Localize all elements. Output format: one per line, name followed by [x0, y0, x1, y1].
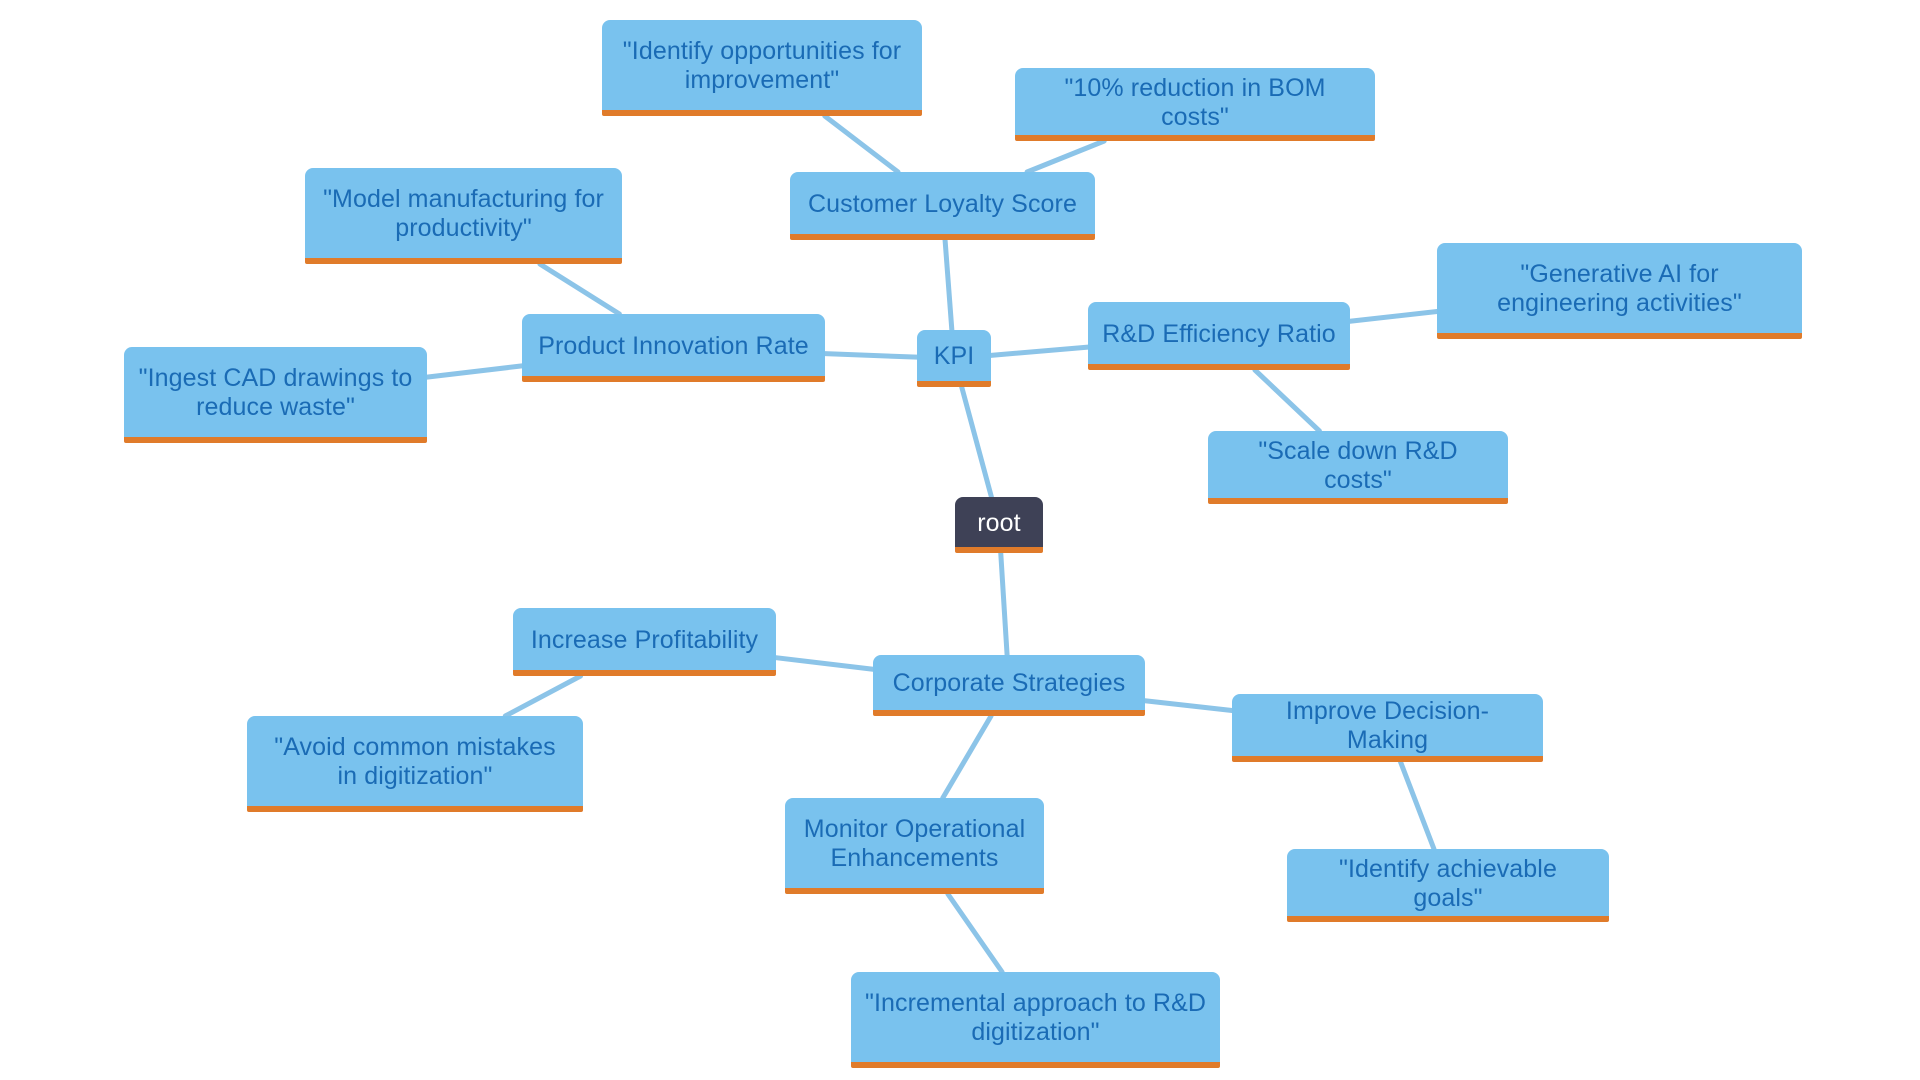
mindmap-node-label: "Incremental approach to R&D digitizatio…	[865, 989, 1207, 1046]
mindmap-node-label: Increase Profitability	[530, 625, 759, 654]
mindmap-node-incremental_approach[interactable]: "Incremental approach to R&D digitizatio…	[851, 972, 1220, 1068]
mindmap-node-label: "Avoid common mistakes in digitization"	[274, 733, 556, 790]
mindmap-edge-rd_efficiency_ratio-to-scale_down_rd	[1252, 367, 1322, 434]
mindmap-node-label: Product Innovation Rate	[538, 331, 809, 360]
mindmap-node-scale_down_rd[interactable]: "Scale down R&D costs"	[1208, 431, 1508, 504]
mindmap-node-rd_efficiency_ratio[interactable]: R&D Efficiency Ratio	[1088, 302, 1350, 370]
mindmap-node-corporate_strategies[interactable]: Corporate Strategies	[873, 655, 1145, 716]
mindmap-edge-kpi-to-customer_loyalty_score	[942, 237, 955, 333]
mindmap-node-label: "Scale down R&D costs"	[1258, 436, 1458, 494]
mindmap-edge-increase_profitability-to-avoid_common_mistakes	[502, 673, 584, 719]
mindmap-node-label: "Model manufacturing for productivity"	[323, 185, 604, 242]
mindmap-node-label: "Identify achievable goals"	[1339, 854, 1557, 912]
mind-map-canvas: root KPI Corporate Strategies Customer Loya…	[0, 0, 1920, 1080]
mindmap-node-label: KPI	[933, 342, 975, 370]
mindmap-node-increase_profitability[interactable]: Increase Profitability	[513, 608, 776, 676]
mindmap-node-bom_costs[interactable]: "10% reduction in BOM costs"	[1015, 68, 1375, 141]
mindmap-node-label: "Identify opportunities for improvement"	[622, 37, 902, 94]
mindmap-edge-customer_loyalty_score-to-bom_costs	[1024, 138, 1107, 175]
mindmap-node-label: root	[977, 508, 1021, 537]
mindmap-node-root[interactable]: root	[955, 497, 1043, 553]
mindmap-node-generative_ai[interactable]: "Generative AI for engineering activitie…	[1437, 243, 1802, 339]
mindmap-node-customer_loyalty_score[interactable]: Customer Loyalty Score	[790, 172, 1095, 240]
mindmap-node-label: Corporate Strategies	[892, 669, 1126, 697]
mindmap-node-improve_decision_making[interactable]: Improve Decision-Making	[1232, 694, 1543, 762]
mindmap-node-model_manufacturing[interactable]: "Model manufacturing for productivity"	[305, 168, 622, 264]
mindmap-node-label: "Generative AI for engineering activitie…	[1497, 260, 1742, 317]
mindmap-node-identify_achievable_goals[interactable]: "Identify achievable goals"	[1287, 849, 1609, 922]
mindmap-edge-improve_decision_making-to-identify_achievable_goals	[1398, 759, 1437, 852]
mindmap-edge-rd_efficiency_ratio-to-generative_ai	[1347, 309, 1440, 324]
mindmap-node-label: "10% reduction in BOM costs"	[1064, 73, 1326, 131]
mindmap-edge-kpi-to-product_innovation_rate	[822, 351, 920, 360]
mindmap-edge-corporate_strategies-to-monitor_operational	[940, 713, 994, 801]
mindmap-edge-monitor_operational-to-incremental_approach	[945, 891, 1005, 975]
mindmap-edge-root-to-kpi	[959, 384, 994, 500]
mindmap-node-product_innovation_rate[interactable]: Product Innovation Rate	[522, 314, 825, 382]
mindmap-node-ingest_cad[interactable]: "Ingest CAD drawings to reduce waste"	[124, 347, 427, 443]
mindmap-node-label: "Ingest CAD drawings to reduce waste"	[138, 364, 413, 421]
mindmap-edge-product_innovation_rate-to-model_manufacturing	[537, 261, 622, 317]
mindmap-node-label: Improve Decision-Making	[1285, 697, 1490, 754]
mindmap-edge-kpi-to-rd_efficiency_ratio	[988, 344, 1091, 358]
mindmap-edge-corporate_strategies-to-improve_decision_making	[1142, 698, 1235, 714]
mindmap-node-kpi[interactable]: KPI	[917, 330, 991, 387]
mindmap-node-avoid_common_mistakes[interactable]: "Avoid common mistakes in digitization"	[247, 716, 583, 812]
mindmap-node-identify_opportunities[interactable]: "Identify opportunities for improvement"	[602, 20, 922, 116]
mindmap-edge-corporate_strategies-to-increase_profitability	[773, 655, 876, 672]
mindmap-edge-product_innovation_rate-to-ingest_cad	[424, 363, 525, 380]
mindmap-node-label: Customer Loyalty Score	[808, 189, 1077, 218]
mindmap-node-monitor_operational[interactable]: Monitor Operational Enhancements	[785, 798, 1044, 894]
mindmap-edge-root-to-corporate_strategies	[998, 550, 1010, 658]
mindmap-node-label: R&D Efficiency Ratio	[1102, 319, 1336, 348]
mindmap-edge-customer_loyalty_score-to-identify_opportunities	[822, 113, 901, 175]
mindmap-node-label: Monitor Operational Enhancements	[803, 815, 1026, 872]
